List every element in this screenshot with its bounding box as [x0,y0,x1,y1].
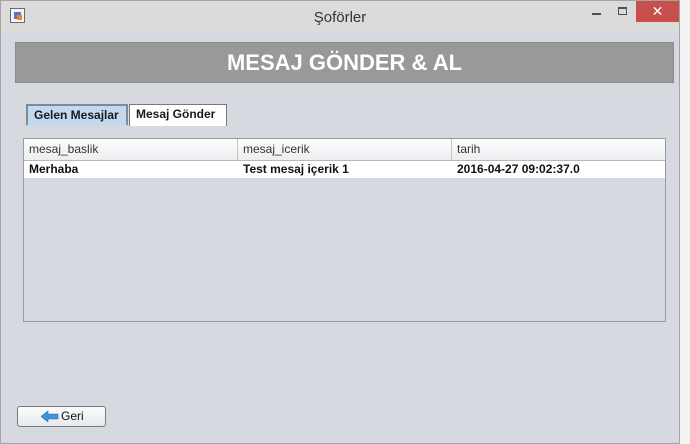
minimize-button[interactable] [583,1,609,22]
column-header-content[interactable]: mesaj_icerik [238,139,452,160]
cell-date: 2016-04-27 09:02:37.0 [457,162,580,176]
app-window: Şoförler ✕ MESAJ GÖNDER & AL Gelen Mesaj… [0,0,680,444]
title-bar[interactable]: Şoförler ✕ [1,1,679,32]
arrow-left-icon [41,411,59,422]
tab-inbox[interactable]: Gelen Mesajlar [26,104,128,126]
column-header-date[interactable]: tarih [452,139,665,160]
minimize-icon [592,13,601,15]
back-button-label: Geri [61,409,84,423]
messages-table: mesaj_baslik mesaj_icerik tarih Merhaba … [23,138,666,322]
table-header: mesaj_baslik mesaj_icerik tarih [24,139,665,161]
page-title: MESAJ GÖNDER & AL [226,50,463,75]
maximize-button[interactable] [609,1,636,22]
tab-send-message[interactable]: Mesaj Gönder [129,104,227,126]
table-row[interactable]: Merhaba Test mesaj içerik 1 2016-04-27 0… [24,161,665,178]
header-banner: MESAJ GÖNDER & AL [15,42,674,83]
background-edge [680,0,690,444]
close-button[interactable]: ✕ [636,1,679,22]
column-header-title[interactable]: mesaj_baslik [24,139,238,160]
window-title: Şoförler [313,9,367,26]
back-button[interactable]: Geri [17,406,106,427]
cell-title: Merhaba [29,162,79,176]
cell-content: Test mesaj içerik 1 [243,162,349,176]
maximize-icon [618,7,627,15]
close-icon: ✕ [651,3,664,19]
